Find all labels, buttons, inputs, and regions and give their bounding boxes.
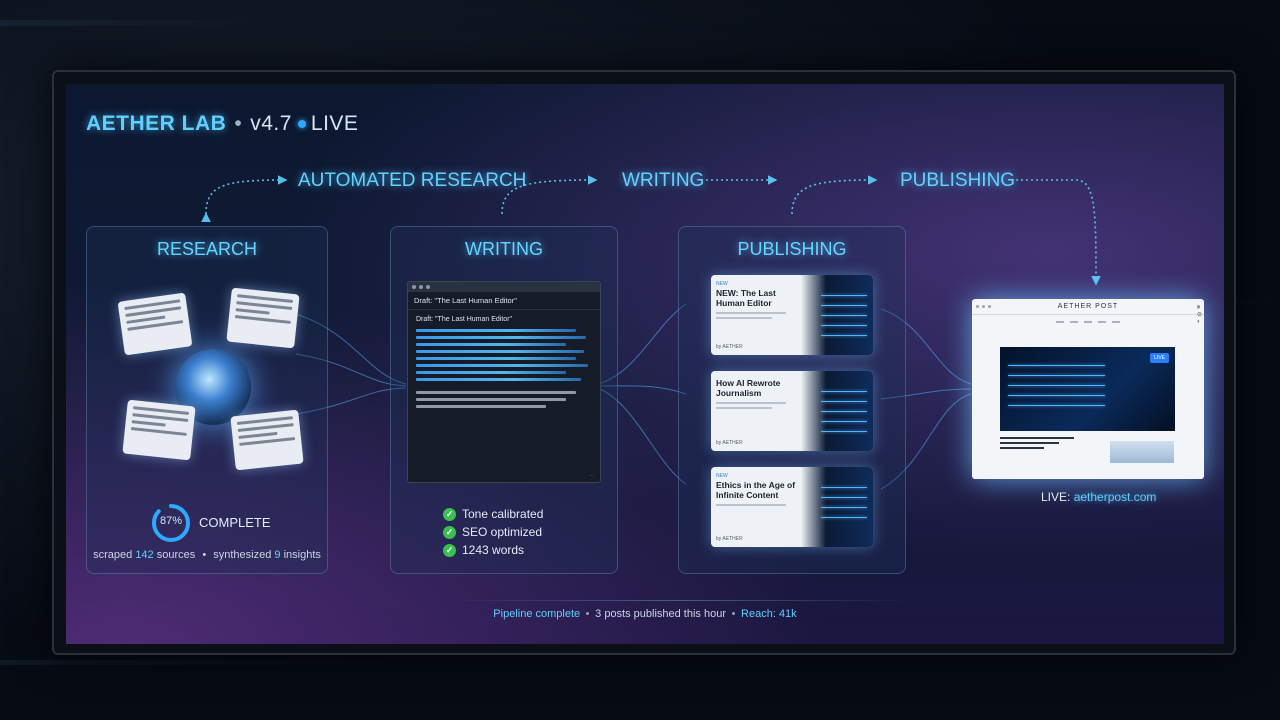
reach-label: Reach:: [741, 608, 776, 620]
reach-value: 41k: [778, 608, 797, 620]
check-icon: ✓: [443, 525, 456, 539]
editor-draft-title: Draft: "The Last Human Editor": [416, 316, 513, 323]
insights-count: 9: [274, 549, 281, 561]
post-byline: by AETHER: [716, 440, 743, 446]
research-panel[interactable]: RESEARCH 87% COMPLETE scraped 142 source…: [86, 226, 328, 574]
live-url-link[interactable]: aetherpost.com: [1074, 490, 1157, 504]
headline-block: [1000, 437, 1074, 452]
browser-icons: ⌕ ⚙ ◐: [1197, 305, 1204, 325]
live-url[interactable]: LIVE: aetherpost.com: [1041, 490, 1156, 504]
check-item: ✓ Tone calibrated: [443, 507, 543, 521]
stage-label-writing: WRITING: [622, 170, 705, 191]
source-document[interactable]: [226, 287, 300, 349]
post-tag: NEW: [716, 473, 728, 479]
flow-arrow: [201, 175, 288, 223]
post-title: Ethics in the Age of Infinite Content: [716, 480, 796, 500]
posts-published: 3 posts published this hour: [595, 608, 727, 620]
pipeline-footer: Pipeline complete 3 posts published this …: [66, 608, 1224, 620]
post-tag: NEW: [716, 281, 728, 287]
publishing-title: PUBLISHING: [737, 239, 847, 259]
research-stats: scraped 142 sources • synthesized 9 insi…: [93, 549, 321, 561]
source-document[interactable]: [117, 292, 193, 356]
draft-editor[interactable]: Draft: "The Last Human Editor" Draft: "T…: [407, 281, 601, 483]
post-thumbnail: [801, 467, 873, 547]
footer-divider: [446, 600, 916, 601]
post-card[interactable]: NEW Ethics in the Age of Infinite Conten…: [711, 467, 873, 547]
writing-title: WRITING: [465, 239, 543, 259]
post-card[interactable]: NEW NEW: The Last Human Editor by AETHER: [711, 275, 873, 355]
dashboard-screen: AETHER LAB • v4.7 LIVE AUTOMATED RESEARC…: [66, 84, 1224, 644]
flow-arrow: [791, 175, 878, 215]
post-thumbnail: [801, 275, 873, 355]
stage-label-publishing: PUBLISHING: [900, 170, 1016, 191]
post-byline: by AETHER: [716, 344, 743, 350]
source-document[interactable]: [230, 409, 304, 471]
post-card[interactable]: How AI Rewrote Journalism by AETHER: [711, 371, 873, 451]
check-item: ✓ 1243 words: [443, 543, 524, 557]
live-badge: LIVE: [1150, 353, 1169, 363]
stat-text: synthesized: [213, 549, 272, 561]
check-icon: ✓: [443, 507, 456, 521]
stat-text: sources: [156, 549, 196, 561]
editor-window-bar: [408, 282, 600, 292]
writing-panel[interactable]: WRITING Draft: "The Last Human Editor" D…: [390, 226, 618, 574]
post-title: NEW: The Last Human Editor: [716, 288, 776, 308]
stage-label-research: AUTOMATED RESEARCH: [298, 170, 527, 191]
research-title: RESEARCH: [156, 239, 258, 259]
article-thumbnail[interactable]: [1110, 441, 1174, 463]
progress-percent: 87%: [159, 515, 183, 527]
hero-image[interactable]: LIVE: [1000, 347, 1175, 431]
check-item: ✓ SEO optimized: [443, 525, 542, 539]
editor-status: ⋯: [589, 473, 594, 479]
publishing-panel[interactable]: PUBLISHING NEW NEW: The Last Human Edito…: [678, 226, 906, 574]
sources-count: 142: [135, 549, 154, 561]
stat-text: scraped: [93, 549, 133, 561]
stat-text: insights: [283, 549, 321, 561]
live-site-browser[interactable]: ⌕ ⚙ ◐ AETHER POST LIVE: [972, 299, 1204, 479]
light-strip: [0, 660, 400, 665]
post-byline: by AETHER: [716, 536, 743, 542]
light-strip: [0, 20, 260, 26]
site-name: AETHER POST: [1057, 303, 1119, 310]
post-title: How AI Rewrote Journalism: [716, 378, 781, 398]
site-nav[interactable]: [972, 321, 1204, 323]
flow-arrow: [1016, 179, 1101, 286]
source-document[interactable]: [122, 399, 196, 461]
check-icon: ✓: [443, 543, 456, 557]
post-thumbnail: [801, 371, 873, 451]
editor-header: Draft: "The Last Human Editor": [408, 292, 600, 310]
pipeline-status: Pipeline complete: [493, 608, 581, 620]
monitor: AETHER LAB • v4.7 LIVE AUTOMATED RESEARC…: [52, 70, 1236, 655]
complete-label: COMPLETE: [199, 515, 271, 530]
live-url-label: LIVE:: [1041, 490, 1071, 504]
